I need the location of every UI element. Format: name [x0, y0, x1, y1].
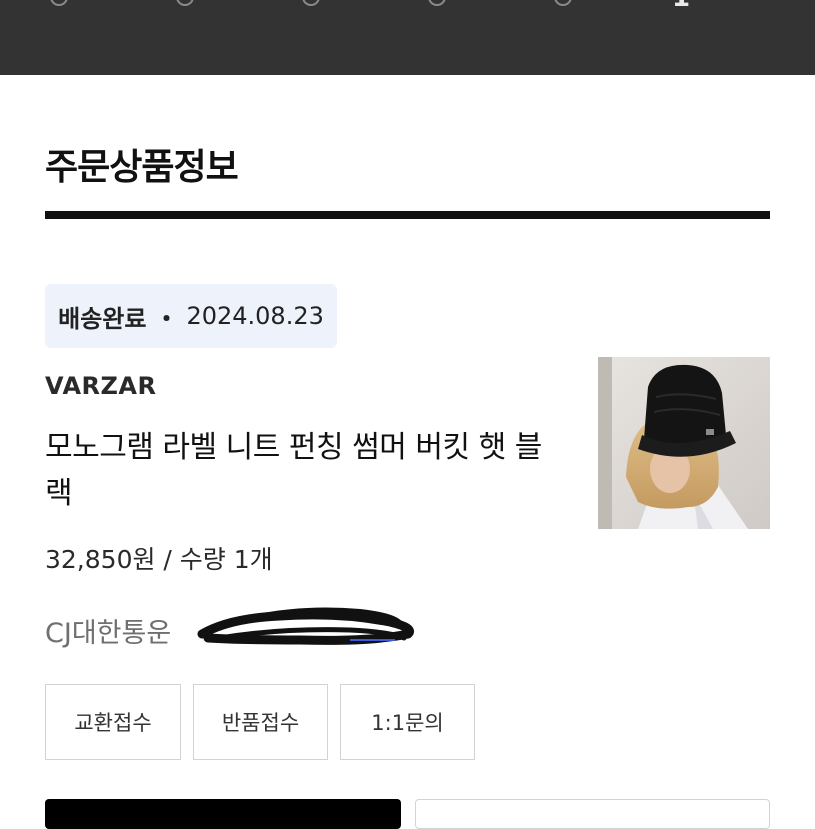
redacted-tracking-number	[197, 607, 414, 645]
inquiry-button[interactable]: 1:1문의	[340, 684, 475, 760]
status-badge: 배송완료 ・ 2024.08.23	[45, 284, 337, 348]
step-indicator-dot	[176, 0, 194, 6]
price-quantity: 32,850원 / 수량 1개	[45, 545, 273, 574]
section-divider	[45, 211, 770, 219]
order-progress-header: 1	[0, 0, 815, 75]
product-name[interactable]: 모노그램 라벨 니트 펀칭 썸머 버킷 햇 블랙	[45, 425, 565, 517]
step-indicator-dot	[428, 0, 446, 6]
courier-name: CJ대한통운	[45, 618, 172, 649]
product-photo	[598, 357, 770, 529]
page-title: 주문상품정보	[45, 147, 239, 188]
return-request-button[interactable]: 반품접수	[193, 684, 328, 760]
step-indicator-dot	[554, 0, 572, 6]
delivery-status: 배송완료	[58, 304, 147, 333]
brand-name[interactable]: VARZAR	[45, 372, 156, 400]
exchange-request-button[interactable]: 교환접수	[45, 684, 181, 760]
product-image[interactable]	[598, 357, 770, 529]
current-step-number: 1	[672, 0, 696, 11]
step-indicator-dot	[302, 0, 320, 6]
secondary-action-button[interactable]	[415, 799, 770, 829]
status-separator: ・	[154, 304, 179, 333]
primary-action-button[interactable]	[45, 799, 401, 829]
step-indicator-dot	[50, 0, 68, 6]
delivery-date: 2024.08.23	[186, 302, 324, 330]
